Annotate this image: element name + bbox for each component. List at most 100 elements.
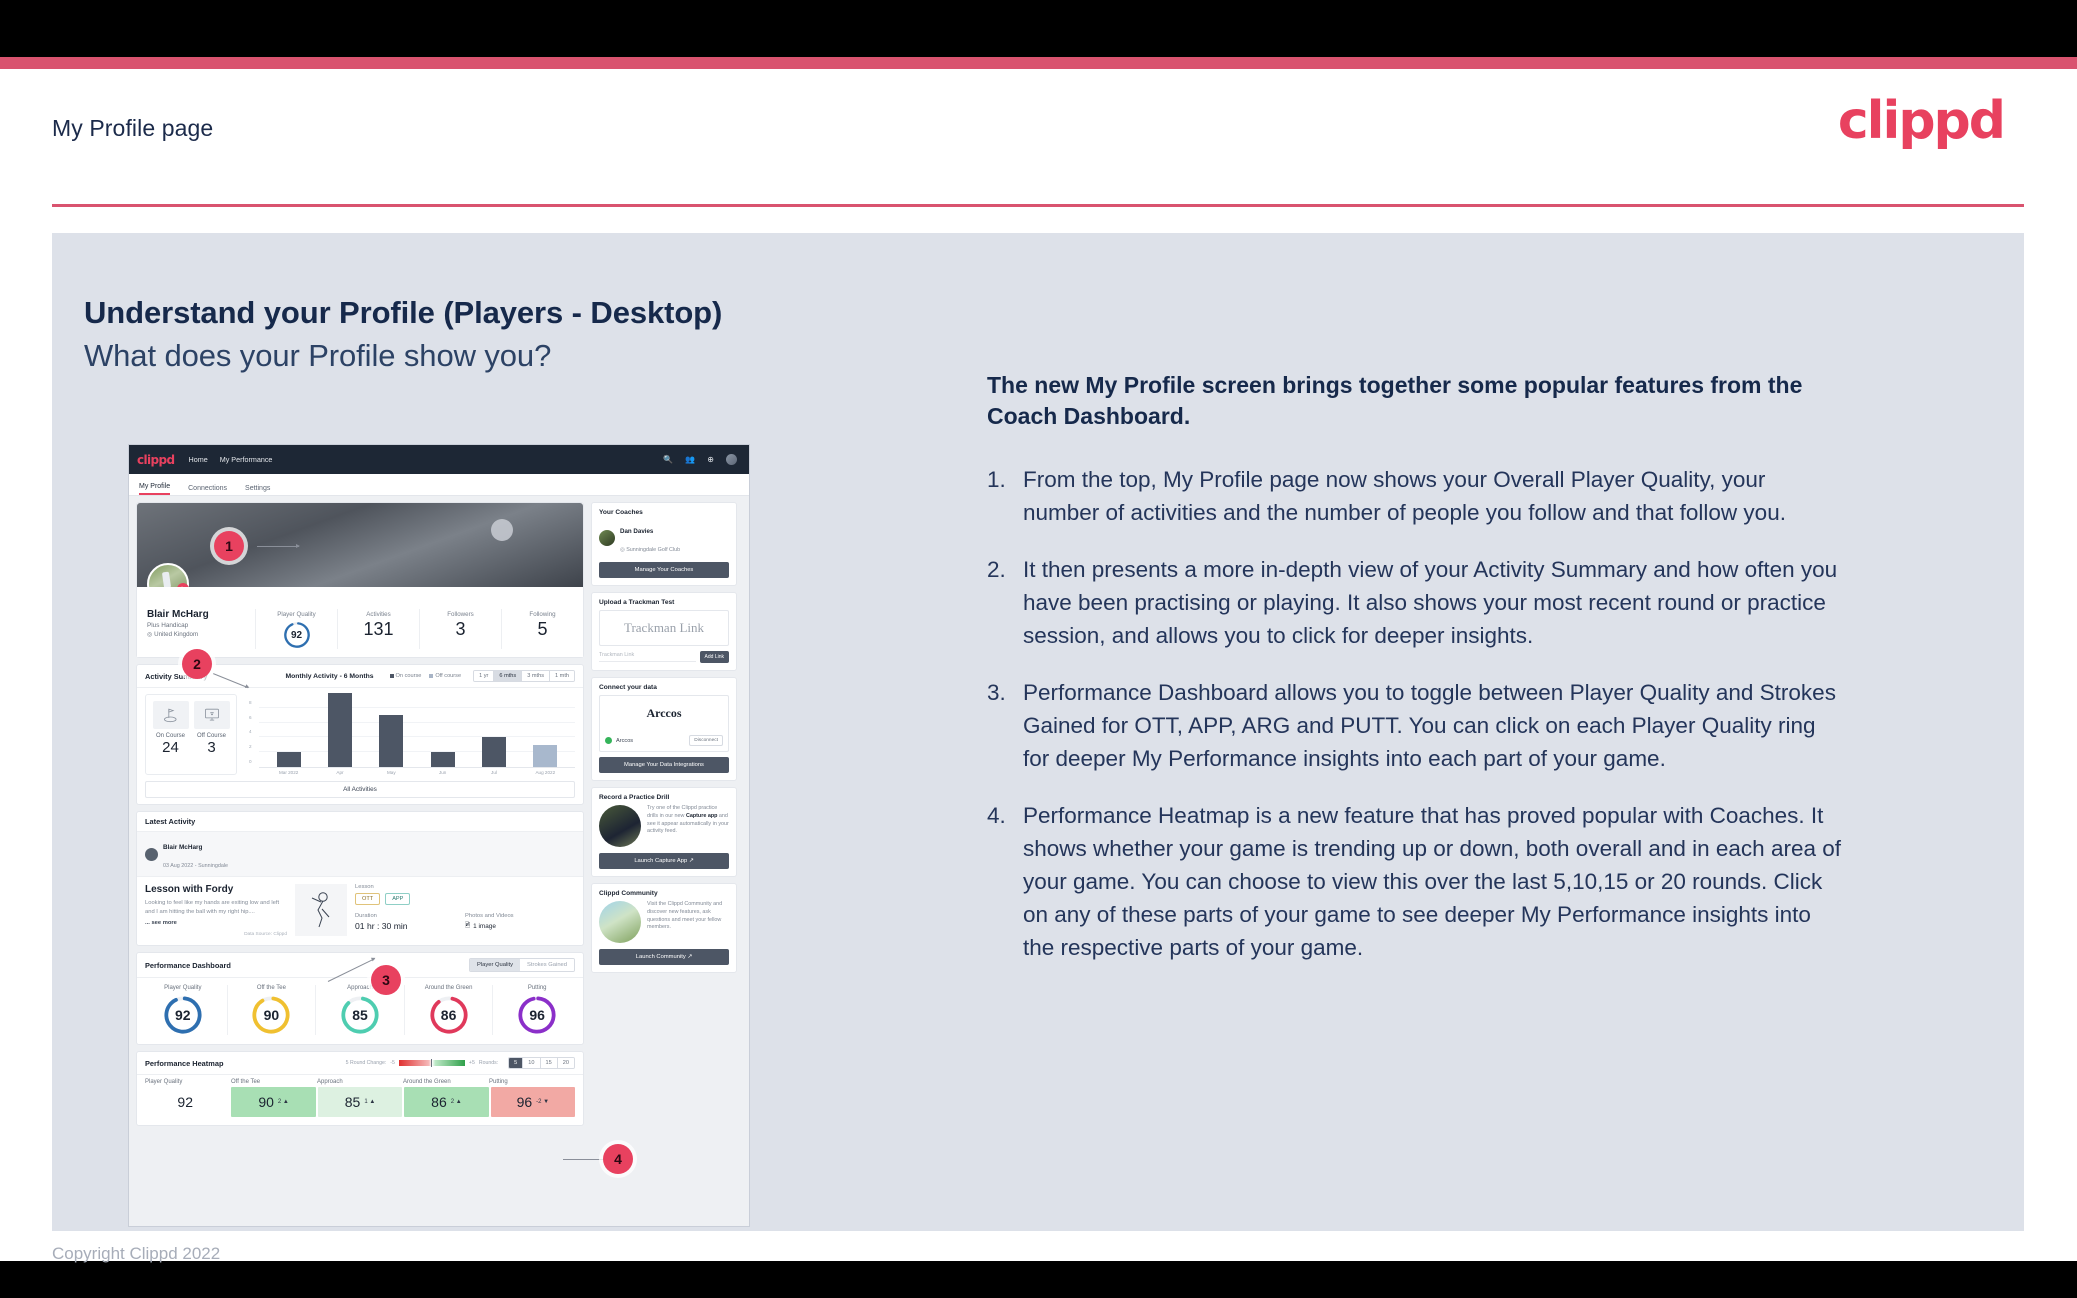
range-1yr[interactable]: 1 yr <box>474 671 495 681</box>
search-icon[interactable]: 🔍 <box>663 455 673 464</box>
y-tick: 0 <box>249 759 252 764</box>
golf-flag-icon <box>152 701 189 729</box>
ring-graphic: 92 <box>163 995 203 1035</box>
nav-home[interactable]: Home <box>189 455 208 464</box>
range-selector: 1 yr 6 mths 3 mths 1 mth <box>473 670 575 682</box>
coach-name: Dan Davies <box>620 528 654 535</box>
trackman-link-input[interactable]: Trackman Link <box>599 652 696 662</box>
callout-marker-1[interactable]: 1 <box>214 531 244 561</box>
bar-apr[interactable] <box>327 693 352 767</box>
see-more-link[interactable]: ... see more <box>145 920 287 926</box>
stat-value: 3 <box>455 619 466 639</box>
disconnect-button[interactable]: Disconnect <box>689 735 723 746</box>
profile-handicap: Plus Handicap <box>147 622 189 629</box>
stat-activities[interactable]: Activities 131 <box>337 609 419 649</box>
heatmap-delta: 2 ▲ <box>450 1099 462 1106</box>
all-activities-button[interactable]: All Activities <box>145 781 575 798</box>
slide-root: My Profile page clippd Understand your P… <box>0 0 2077 1298</box>
copyright-footer: Copyright Clippd 2022 <box>52 1244 221 1263</box>
dashboard-mode-toggle: Player Quality Strokes Gained <box>468 958 575 973</box>
ring-player-quality[interactable]: Player Quality 92 <box>139 985 228 1036</box>
rounds-20[interactable]: 20 <box>557 1058 574 1069</box>
bar-jul[interactable] <box>481 737 506 767</box>
heatmap-cell-player-quality[interactable]: 92 <box>145 1087 230 1118</box>
heatmap-cell-approach[interactable]: 85 1 ▲ <box>317 1087 403 1118</box>
stat-player-quality[interactable]: Player Quality 92 <box>255 609 337 649</box>
ring-putting[interactable]: Putting 96 <box>493 985 581 1035</box>
x-tick: Mar 2022 <box>278 770 299 775</box>
ring-around-the-green[interactable]: Around the Green 86 <box>405 985 494 1036</box>
y-tick: 8 <box>249 699 252 705</box>
heatmap-delta: -2 ▼ <box>536 1099 550 1106</box>
stat-following[interactable]: Following 5 <box>501 609 583 649</box>
scale-min: -5 <box>390 1060 395 1067</box>
ring-label: Player Quality <box>164 985 202 992</box>
ring-label: Putting <box>527 985 547 992</box>
app-screenshot: clippd Home My Performance 🔍 👥 ⊕ My Prof… <box>128 444 750 1227</box>
top-accent-bar <box>0 57 2077 69</box>
launch-capture-app-button[interactable]: Launch Capture App ↗ <box>599 853 729 869</box>
heatmap-cell-putting[interactable]: 96 -2 ▼ <box>490 1087 576 1118</box>
tab-settings[interactable]: Settings <box>245 485 270 495</box>
heatmap-cell-around-the-green[interactable]: 86 2 ▲ <box>404 1087 489 1118</box>
callout-marker-2[interactable]: 2 <box>182 649 212 679</box>
trackman-card: Upload a Trackman Test Trackman Link Tra… <box>591 592 737 671</box>
list-item-number: 1. <box>987 466 1006 492</box>
list-item: 1. From the top, My Profile page now sho… <box>987 463 1847 529</box>
people-icon[interactable]: 👥 <box>685 455 695 464</box>
connect-data-card: Connect your data Arccos Arccos Disconne… <box>591 677 737 781</box>
heatmap-cell-off-the-tee[interactable]: 90 2 ▲ <box>231 1087 316 1118</box>
community-text: Visit the Clippd Community and discover … <box>647 901 723 931</box>
slide-subheading: What does your Profile show you? <box>84 338 552 373</box>
tile-icons <box>150 701 232 729</box>
ring-off-the-tee[interactable]: Off the Tee 90 <box>228 985 317 1036</box>
heatmap-cells: 92 90 2 ▲ 85 1 ▲ 86 2 ▲ 96 -2 ▼ <box>137 1085 583 1125</box>
practice-drill-text: Try one of the Clippd practice drills in… <box>647 805 729 835</box>
range-1mth[interactable]: 1 mth <box>550 671 574 681</box>
tile-value-on-course: 24 <box>162 739 179 756</box>
explanation-copy: The new My Profile screen brings togethe… <box>987 370 1847 988</box>
range-6mths[interactable]: 6 mths <box>494 671 523 681</box>
app-side-column: Your Coaches Dan Davies ◎ Sunningdale Go… <box>591 502 737 1132</box>
avatar-icon[interactable] <box>726 454 737 465</box>
ring-value: 92 <box>290 629 303 641</box>
add-circle-icon[interactable]: ⊕ <box>707 455 714 464</box>
monthly-activity-chart: 2 4 6 8 0 Mar 2022 Apr May Jun Jul Aug 2… <box>237 693 575 775</box>
bar-may[interactable] <box>379 715 404 767</box>
manage-coaches-button[interactable]: Manage Your Coaches <box>599 562 729 578</box>
bar-jun[interactable] <box>430 752 455 767</box>
toggle-strokes-gained[interactable]: Strokes Gained <box>520 959 574 972</box>
toggle-player-quality[interactable]: Player Quality <box>469 959 521 972</box>
rounds-10[interactable]: 10 <box>523 1058 541 1069</box>
callout-marker-4[interactable]: 4 <box>603 1144 633 1174</box>
legend-on-course: On course <box>389 673 421 679</box>
bar-mar[interactable] <box>276 752 301 767</box>
chart-legend: On course Off course <box>389 673 461 679</box>
tag-app[interactable]: APP <box>385 893 411 905</box>
scale-gradient <box>398 1059 465 1068</box>
nav-my-performance[interactable]: My Performance <box>220 455 273 464</box>
callout-marker-3[interactable]: 3 <box>371 965 401 995</box>
coach-row[interactable]: Dan Davies ◎ Sunningdale Golf Club <box>599 520 729 556</box>
list-item: 2. It then presents a more in-depth view… <box>987 553 1847 652</box>
tab-my-profile[interactable]: My Profile <box>139 483 171 495</box>
manage-integrations-button[interactable]: Manage Your Data Integrations <box>599 757 729 773</box>
y-tick: 4 <box>249 729 252 735</box>
rounds-5[interactable]: 5 <box>509 1058 524 1069</box>
copy-lead: The new My Profile screen brings togethe… <box>987 372 1803 430</box>
y-tick: 2 <box>249 744 252 750</box>
connected-icon <box>605 737 612 744</box>
tag-ott[interactable]: OTT <box>355 893 381 905</box>
heatmap-delta: 1 ▲ <box>364 1099 376 1106</box>
add-link-button[interactable]: Add Link <box>699 651 729 663</box>
activity-duration: Duration 01 hr : 30 min <box>355 913 465 932</box>
rounds-15[interactable]: 15 <box>540 1058 558 1069</box>
heatmap-value: 96 <box>516 1094 533 1111</box>
bar-aug[interactable] <box>533 744 558 767</box>
tab-connections[interactable]: Connections <box>188 485 227 495</box>
stat-followers[interactable]: Followers 3 <box>419 609 501 649</box>
media-value: 1 image <box>473 923 496 930</box>
heatmap-value: 90 <box>258 1094 274 1111</box>
launch-community-button[interactable]: Launch Community ↗ <box>599 949 729 965</box>
range-3mths[interactable]: 3 mths <box>522 671 550 681</box>
